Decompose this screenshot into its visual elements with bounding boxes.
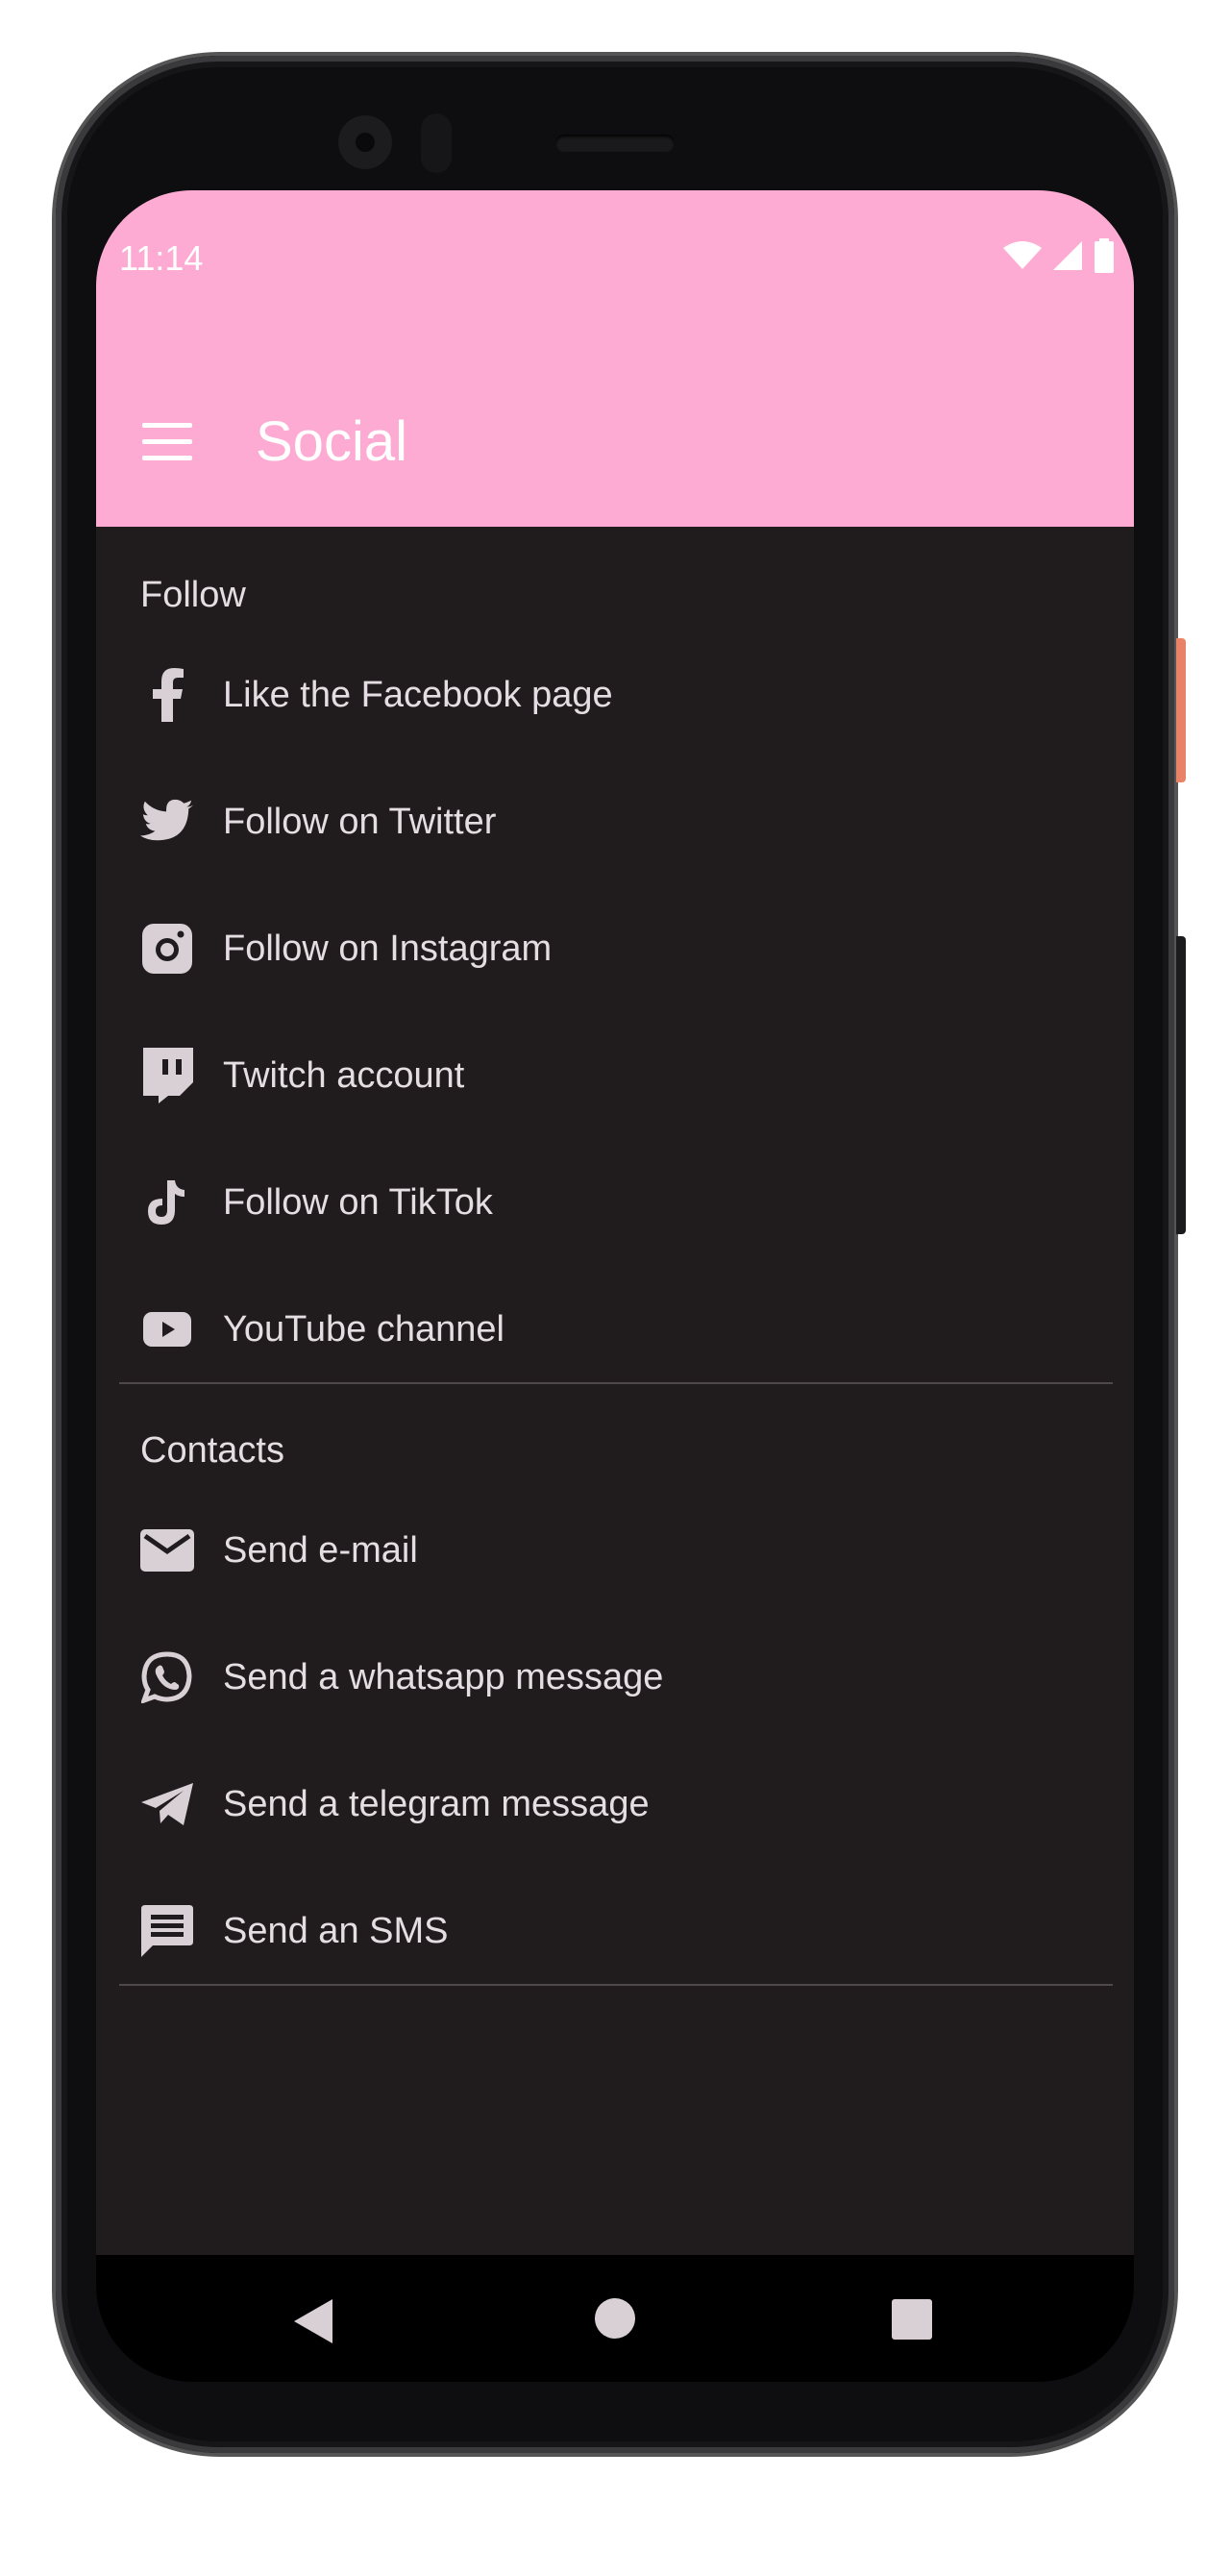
screen: 11:14 Social Follow Like the Facebook pa… [96, 190, 1134, 2382]
list-item-label: Twitch account [223, 1055, 465, 1096]
volume-button [1176, 638, 1186, 782]
instagram-icon [140, 922, 194, 976]
earpiece-speaker [555, 135, 675, 152]
email-icon [140, 1523, 194, 1577]
battery-icon [1095, 238, 1114, 273]
tiktok-icon [140, 1176, 194, 1229]
list-item-label: Send e-mail [223, 1530, 418, 1571]
divider [119, 1984, 1113, 1986]
signal-icon [1053, 241, 1082, 270]
facebook-icon [140, 668, 194, 722]
divider [119, 1382, 1113, 1384]
list-item-email[interactable]: Send e-mail [96, 1488, 1134, 1613]
twitter-icon [140, 795, 194, 849]
list-item-twitter[interactable]: Follow on Twitter [96, 759, 1134, 884]
twitch-icon [140, 1048, 194, 1103]
sms-icon [140, 1904, 194, 1958]
list-item-youtube[interactable]: YouTube channel [96, 1267, 1134, 1392]
camera-lens [356, 133, 375, 152]
app-bar: 11:14 Social [96, 190, 1134, 527]
list-item-label: Follow on Twitter [223, 802, 497, 842]
list-item-twitch[interactable]: Twitch account [96, 1013, 1134, 1138]
whatsapp-icon [140, 1650, 194, 1704]
proximity-sensor [421, 113, 452, 173]
back-icon[interactable] [294, 2299, 334, 2343]
list-item-label: Like the Facebook page [223, 675, 613, 715]
section-title-contacts: Contacts [140, 1430, 284, 1471]
page-title: Social [256, 410, 407, 473]
section-title-follow: Follow [140, 575, 246, 615]
status-icons [1003, 238, 1115, 273]
home-icon[interactable] [595, 2298, 635, 2339]
list-item-tiktok[interactable]: Follow on TikTok [96, 1140, 1134, 1265]
list-item-label: Send a whatsapp message [223, 1657, 664, 1697]
list-item-facebook[interactable]: Like the Facebook page [96, 632, 1134, 757]
list-item-instagram[interactable]: Follow on Instagram [96, 886, 1134, 1011]
list-item-whatsapp[interactable]: Send a whatsapp message [96, 1615, 1134, 1740]
menu-icon[interactable] [140, 421, 194, 463]
list-item-label: YouTube channel [223, 1309, 504, 1350]
list-item-label: Send a telegram message [223, 1784, 650, 1824]
navigation-bar [96, 2255, 1134, 2382]
youtube-icon [140, 1302, 194, 1356]
recents-icon[interactable] [892, 2299, 932, 2340]
telegram-icon [140, 1777, 194, 1831]
list-item-telegram[interactable]: Send a telegram message [96, 1742, 1134, 1867]
list-item-label: Follow on TikTok [223, 1182, 493, 1223]
list-item-label: Send an SMS [223, 1911, 449, 1951]
wifi-icon [1003, 241, 1042, 269]
status-time: 11:14 [119, 238, 204, 278]
power-button [1176, 936, 1186, 1234]
list-item-sms[interactable]: Send an SMS [96, 1869, 1134, 1994]
list-item-label: Follow on Instagram [223, 929, 553, 969]
